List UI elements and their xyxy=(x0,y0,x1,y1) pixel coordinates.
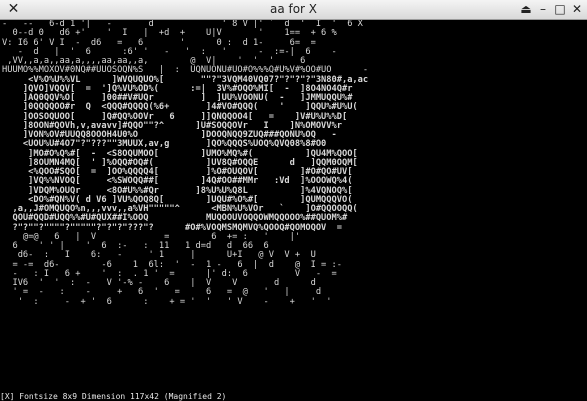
app-window: ✕ aa for X ⏏ – □ ✕ - -- 6-d 1 '| - d ' 8… xyxy=(0,0,587,401)
minimize-icon[interactable]: – xyxy=(536,2,550,17)
ascii-art-text: <V%O%U%%VL ]WVQUQUO%[ ""?"3VQM40VQ07?"?"… xyxy=(12,74,369,233)
background-noise-text: - -- 6-d 1 '| - d ' 8 V |' ` d ' I ' 6 X… xyxy=(2,20,369,76)
window-controls: ⏏ – □ ✕ xyxy=(519,2,584,17)
title-bar[interactable]: ✕ aa for X ⏏ – □ ✕ xyxy=(0,0,587,20)
status-line: [X] Fontsize 8x9 Dimension 117x42 (Magni… xyxy=(0,392,587,401)
shade-icon[interactable]: ⏏ xyxy=(519,2,533,17)
close-window-icon[interactable]: ✕ xyxy=(570,2,584,17)
maximize-icon[interactable]: □ xyxy=(553,2,567,17)
ascii-art-canvas[interactable]: - -- 6-d 1 '| - d ' 8 V |' ` d ' I ' 6 X… xyxy=(0,20,587,401)
window-title: aa for X xyxy=(269,2,318,16)
background-noise-tail: @=@ 6 | V = 6 += : ' |' 6 ' ' | ' 6 :- :… xyxy=(12,231,342,307)
